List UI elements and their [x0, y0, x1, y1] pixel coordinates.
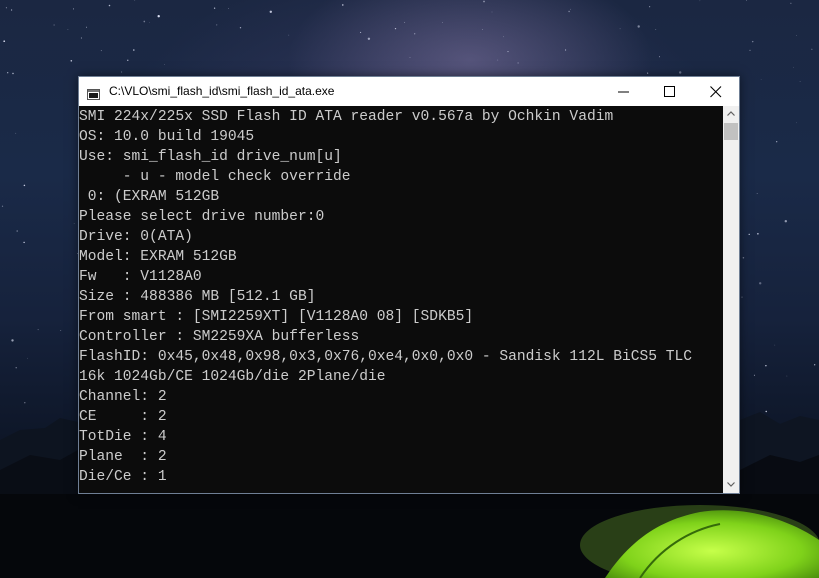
console-output[interactable]: SMI 224x/225x SSD Flash ID ATA reader v0… [79, 106, 723, 493]
console-line: Please select drive number:0 [79, 209, 325, 225]
minimize-button[interactable] [601, 77, 647, 106]
console-line: Channel: 2 [79, 389, 167, 405]
console-line: 0: (EXRAM 512GB [79, 189, 220, 205]
console-window: C:\VLO\smi_flash_id\smi_flash_id_ata.exe… [78, 76, 740, 494]
console-line: From smart : [SMI2259XT] [V1128A0 08] [S… [79, 309, 474, 325]
maximize-icon [664, 86, 675, 97]
console-text: SMI 224x/225x SSD Flash ID ATA reader v0… [79, 106, 723, 487]
close-icon [710, 86, 722, 98]
console-line: Fw : V1128A0 [79, 269, 202, 285]
scroll-down-button[interactable] [723, 477, 739, 493]
console-line: TotDie : 4 [79, 429, 167, 445]
console-line: OS: 10.0 build 19045 [79, 129, 255, 145]
console-line: Model: EXRAM 512GB [79, 249, 237, 265]
console-line: Use: smi_flash_id drive_num[u] [79, 149, 342, 165]
scroll-up-arrow-icon [727, 111, 735, 116]
console-line: Controller : SM2259XA bufferless [79, 329, 360, 345]
console-line: FlashID: 0x45,0x48,0x98,0x3,0x76,0xe4,0x… [79, 349, 693, 365]
maximize-button[interactable] [647, 77, 693, 106]
console-app-icon [87, 85, 100, 100]
console-line: Drive: 0(ATA) [79, 229, 193, 245]
window-title: C:\VLO\smi_flash_id\smi_flash_id_ata.exe [109, 84, 335, 98]
close-button[interactable] [693, 77, 739, 106]
scroll-down-arrow-icon [727, 482, 735, 487]
console-line: Size : 488386 MB [512.1 GB] [79, 289, 316, 305]
window-titlebar[interactable]: C:\VLO\smi_flash_id\smi_flash_id_ata.exe [79, 77, 739, 106]
console-line: Die/Ce : 1 [79, 469, 167, 485]
vertical-scrollbar[interactable] [723, 106, 739, 493]
console-line: Plane : 2 [79, 449, 167, 465]
minimize-icon [618, 91, 629, 93]
scroll-up-button[interactable] [723, 106, 739, 122]
console-line: CE : 2 [79, 409, 167, 425]
scrollbar-thumb[interactable] [724, 123, 738, 140]
console-line: SMI 224x/225x SSD Flash ID ATA reader v0… [79, 109, 614, 125]
console-line: 16k 1024Gb/CE 1024Gb/die 2Plane/die [79, 369, 386, 385]
console-line: - u - model check override [79, 169, 351, 185]
